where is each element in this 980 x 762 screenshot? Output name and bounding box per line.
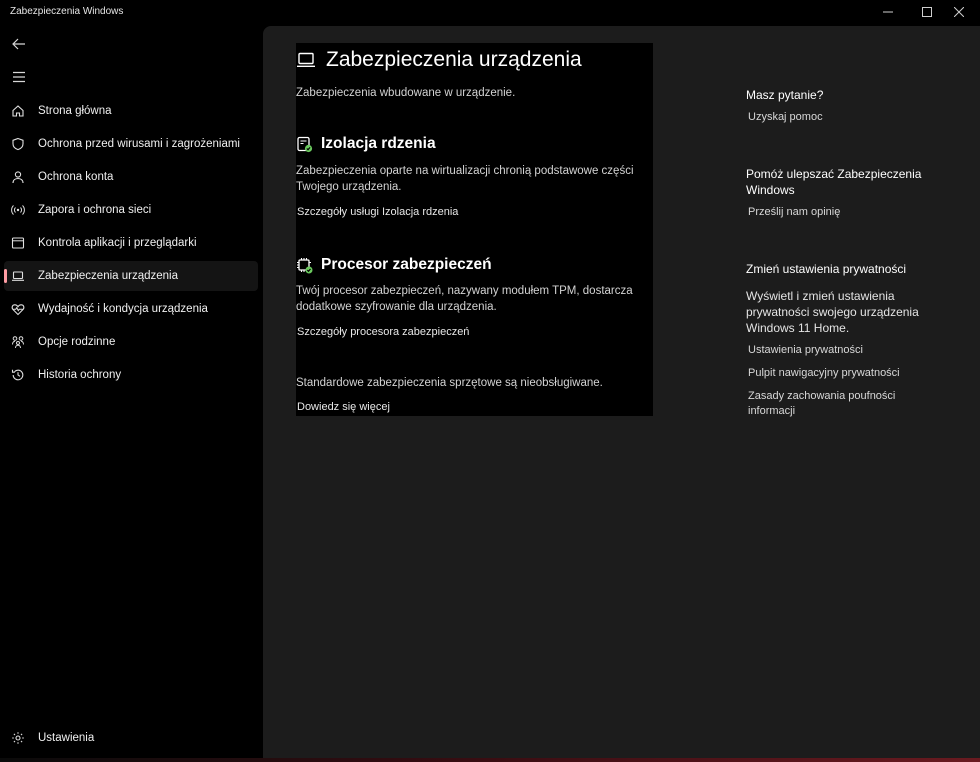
core-isolation-desc-line2: Twojego urządzenia. xyxy=(296,181,402,193)
title-bar: Zabezpieczenia Windows xyxy=(0,0,980,24)
settings-label: Ustawienia xyxy=(38,732,95,744)
sidebar-item-app-browser-control[interactable]: Kontrola aplikacji i przeglądarki xyxy=(4,228,258,258)
maximize-icon xyxy=(922,7,932,17)
core-isolation-description: Zabezpieczenia oparte na wirtualizacji c… xyxy=(296,163,634,195)
feedback-link[interactable]: Prześlij nam opinię xyxy=(748,205,928,220)
sidebar-item-label: Historia ochrony xyxy=(38,369,122,381)
page-title-text: Zabezpieczenia urządzenia xyxy=(326,48,582,71)
sidebar-item-family-options[interactable]: Opcje rodzinne xyxy=(4,327,258,357)
sidebar-item-device-security[interactable]: Zabezpieczenia urządzenia xyxy=(4,261,258,291)
get-help-link[interactable]: Uzyskaj pomoc xyxy=(748,110,928,125)
gear-icon xyxy=(10,730,26,746)
close-button[interactable] xyxy=(938,0,980,24)
sidebar-item-label: Kontrola aplikacji i przeglądarki xyxy=(38,237,197,249)
security-processor-title: Procesor zabezpieczeń xyxy=(321,256,492,273)
history-icon xyxy=(10,367,26,383)
sidebar-item-virus-protection[interactable]: Ochrona przed wirusami i zagrożeniami xyxy=(4,129,258,159)
security-processor-heading: Procesor zabezpieczeń xyxy=(296,256,492,274)
security-processor-desc-line1: Twój procesor zabezpieczeń, nazywany mod… xyxy=(296,285,633,297)
minimize-icon xyxy=(883,11,893,13)
core-isolation-desc-line1: Zabezpieczenia oparte na wirtualizacji c… xyxy=(296,165,634,177)
privacy-dashboard-link[interactable]: Pulpit nawigacyjny prywatności xyxy=(748,366,928,381)
minimize-button[interactable] xyxy=(867,0,909,24)
family-icon xyxy=(10,334,26,350)
hamburger-icon xyxy=(13,71,25,83)
sidebar-item-settings[interactable]: Ustawienia xyxy=(4,723,258,753)
hardware-security-note: Standardowe zabezpieczenia sprzętowe są … xyxy=(296,377,603,389)
back-arrow-icon xyxy=(12,38,25,50)
close-icon xyxy=(954,7,964,17)
app-window-icon xyxy=(10,235,26,251)
sidebar: Strona główna Ochrona przed wirusami i z… xyxy=(0,24,263,762)
privacy-heading: Zmień ustawienia prywatności xyxy=(746,262,907,276)
sidebar-item-device-performance[interactable]: Wydajność i kondycja urządzenia xyxy=(4,294,258,324)
core-isolation-heading: Izolacja rdzenia xyxy=(296,135,436,153)
security-processor-details-link[interactable]: Szczegóły procesora zabezpieczeń xyxy=(297,326,469,338)
back-button[interactable] xyxy=(8,33,30,55)
main-content: Zabezpieczenia urządzenia Zabezpieczenia… xyxy=(263,26,980,758)
sidebar-item-firewall[interactable]: Zapora i ochrona sieci xyxy=(4,195,258,225)
core-isolation-title: Izolacja rdzenia xyxy=(321,135,436,152)
person-icon xyxy=(10,169,26,185)
sidebar-item-label: Ochrona konta xyxy=(38,171,114,183)
privacy-description: Wyświetl i zmień ustawienia prywatności … xyxy=(746,289,919,335)
learn-more-link[interactable]: Dowiedz się więcej xyxy=(297,401,390,413)
heart-pulse-icon xyxy=(10,301,26,317)
sidebar-item-label: Zapora i ochrona sieci xyxy=(38,204,152,216)
sidebar-item-label: Strona główna xyxy=(38,105,112,117)
security-processor-desc-line2: dodatkowe szyfrowanie dla urządzenia. xyxy=(296,301,497,313)
sidebar-item-account-protection[interactable]: Ochrona konta xyxy=(4,162,258,192)
page-title: Zabezpieczenia urządzenia xyxy=(296,48,582,72)
question-heading: Masz pytanie? xyxy=(746,88,824,102)
sidebar-item-label: Opcje rodzinne xyxy=(38,336,116,348)
laptop-icon xyxy=(297,52,315,68)
app-title: Zabezpieczenia Windows xyxy=(10,6,124,17)
sidebar-item-label: Ochrona przed wirusami i zagrożeniami xyxy=(38,138,240,150)
home-icon xyxy=(10,103,26,119)
sidebar-item-protection-history[interactable]: Historia ochrony xyxy=(4,360,258,390)
chip-check-icon xyxy=(297,257,313,273)
menu-button[interactable] xyxy=(8,66,30,88)
sidebar-item-label: Wydajność i kondycja urządzenia xyxy=(38,303,208,315)
core-isolation-check-icon xyxy=(297,136,313,152)
page-subtitle: Zabezpieczenia wbudowane w urządzenie. xyxy=(296,87,516,99)
sidebar-item-label: Zabezpieczenia urządzenia xyxy=(38,270,179,282)
laptop-icon xyxy=(10,268,26,284)
shield-icon xyxy=(10,136,26,152)
core-isolation-details-link[interactable]: Szczegóły usługi Izolacja rdzenia xyxy=(297,206,458,218)
taskbar-edge xyxy=(0,758,980,762)
security-processor-description: Twój procesor zabezpieczeń, nazywany mod… xyxy=(296,283,633,315)
active-indicator xyxy=(4,269,7,283)
privacy-settings-link[interactable]: Ustawienia prywatności xyxy=(748,343,928,358)
improve-heading: Pomóż ulepszać Zabezpieczenia Windows xyxy=(746,167,922,197)
sidebar-item-home[interactable]: Strona główna xyxy=(4,96,258,126)
wifi-antenna-icon xyxy=(10,202,26,218)
privacy-statement-link[interactable]: Zasady zachowania poufności informacji xyxy=(748,389,908,419)
